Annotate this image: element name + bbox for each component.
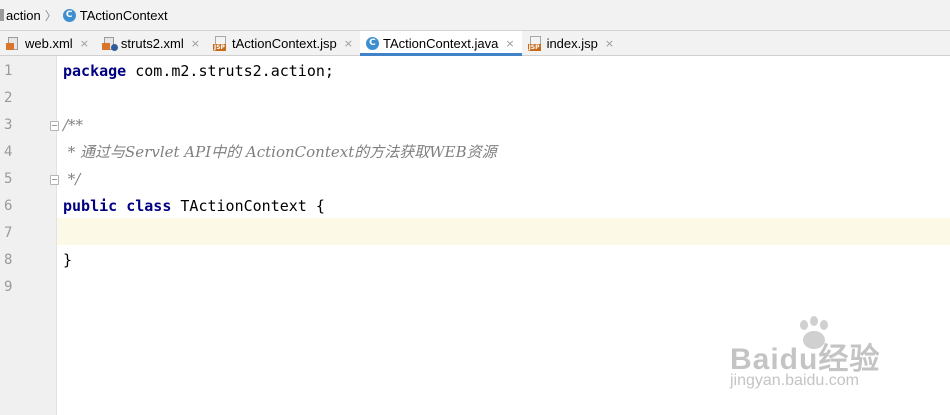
code-line-1: package com.m2.struts2.action;: [63, 58, 334, 85]
folder-icon: [0, 9, 4, 21]
jsp-file-icon: JSP: [212, 35, 228, 51]
tab-label: web.xml: [25, 35, 73, 51]
baidu-jingyan-watermark: Baidu经验 jingyan.baidu.com: [730, 316, 905, 396]
breadcrumb-package[interactable]: action: [6, 8, 41, 23]
editor-tab-bar: web.xml × struts2.xml × JSP tActionConte…: [0, 31, 950, 56]
line-number: 5: [4, 171, 13, 187]
tab-label: index.jsp: [546, 35, 598, 51]
xml-file-icon: [6, 36, 21, 51]
chevron-right-icon: 〉: [44, 8, 57, 23]
keyword: public class: [63, 197, 172, 215]
watermark-url: jingyan.baidu.com: [730, 372, 859, 389]
tab-label: struts2.xml: [120, 35, 184, 51]
java-class-icon: C: [365, 36, 379, 50]
close-icon[interactable]: ×: [191, 37, 200, 50]
breadcrumb-class[interactable]: TActionContext: [80, 8, 168, 23]
code-text: com.m2.struts2.action;: [126, 62, 334, 80]
xml-file-icon: [101, 36, 118, 51]
line-number: 2: [4, 90, 13, 106]
tab-label: tActionContext.jsp: [231, 35, 337, 51]
close-icon[interactable]: ×: [344, 37, 353, 50]
line-number: 6: [4, 198, 13, 214]
jsp-file-icon: JSP: [527, 35, 543, 51]
line-number: 8: [4, 252, 13, 268]
tab-struts2-xml[interactable]: struts2.xml ×: [96, 31, 207, 55]
navigation-breadcrumb: action 〉 C TActionContext: [0, 0, 950, 31]
tab-label: TActionContext.java: [382, 35, 499, 51]
current-line-highlight: [57, 218, 950, 245]
close-icon[interactable]: ×: [505, 37, 514, 50]
tab-web-xml[interactable]: web.xml ×: [0, 31, 96, 55]
code-text: TActionContext {: [171, 197, 325, 215]
line-number: 4: [4, 144, 13, 160]
line-number: 7: [4, 225, 13, 241]
line-number: 3: [4, 117, 13, 133]
keyword: package: [63, 62, 127, 80]
code-line-4: * 通过与Servlet API中的 ActionContext的方法获取WEB…: [63, 143, 497, 161]
tab-index-jsp[interactable]: JSP index.jsp ×: [522, 31, 622, 55]
code-line-6: public class TActionContext {: [63, 193, 325, 220]
line-number-gutter[interactable]: 1 2 3 4 5 6 7 8 9: [0, 56, 59, 415]
code-line-8: }: [63, 251, 73, 269]
java-class-icon: C: [62, 8, 76, 22]
close-icon[interactable]: ×: [80, 37, 89, 50]
close-icon[interactable]: ×: [605, 37, 614, 50]
line-number: 1: [4, 63, 13, 79]
code-line-5: */: [63, 170, 81, 188]
tab-tactioncontext-java[interactable]: C TActionContext.java ×: [359, 31, 522, 56]
line-number: 9: [4, 279, 13, 295]
tab-tactioncontext-jsp[interactable]: JSP tActionContext.jsp ×: [207, 31, 360, 55]
code-line-3: /**: [63, 116, 84, 134]
